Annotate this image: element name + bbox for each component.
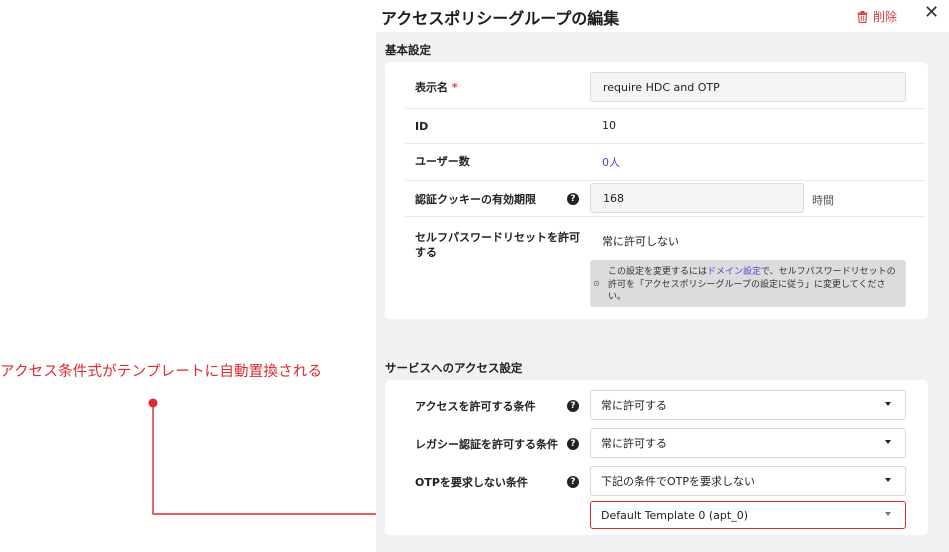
access-section-title: サービスへのアクセス設定 (385, 361, 523, 375)
required-mark: * (451, 81, 458, 94)
cookie-row: 認証クッキーの有効期限 ? 168 時間 (405, 180, 925, 217)
self-reset-note: ⊙ この設定を変更するにはドメイン設定で、セルフパスワードリセットの許可を「アク… (590, 260, 906, 307)
otp-condition-label: OTPを要求しない条件 (415, 476, 528, 489)
basic-settings-card: 表示名 * require HDC and OTP ID 10 ユーザー数 0人… (385, 62, 928, 319)
users-row: ユーザー数 0人 (405, 143, 925, 181)
cookie-label: 認証クッキーの有効期限 (415, 193, 536, 206)
edit-panel: アクセスポリシーグループの編集 削除 ✕ 基本設定 表示名 * require … (376, 0, 949, 552)
self-reset-value: 常に許可しない (602, 235, 679, 248)
users-label: ユーザー数 (415, 155, 470, 168)
annotation-dot (148, 398, 158, 408)
help-icon[interactable]: ? (567, 193, 579, 205)
chevron-down-icon (885, 512, 891, 516)
display-name-input[interactable]: require HDC and OTP (590, 72, 906, 102)
help-icon[interactable]: ? (567, 438, 579, 450)
domain-settings-link[interactable]: ドメイン設定 (707, 267, 761, 277)
close-button[interactable]: ✕ (924, 4, 939, 22)
cookie-input[interactable]: 168 (590, 183, 804, 213)
access-settings-card: アクセスを許可する条件 ? 常に許可する レガシー認証を許可する条件 ? 常に許… (385, 380, 928, 535)
panel-header: アクセスポリシーグループの編集 削除 ✕ (376, 0, 949, 32)
id-value: 10 (602, 119, 616, 132)
chevron-down-icon (885, 478, 891, 482)
legacy-condition-row: レガシー認証を許可する条件 ? 常に許可する (405, 426, 925, 464)
chevron-down-icon (885, 402, 891, 406)
otp-condition-select[interactable]: 下記の条件でOTPを要求しない (590, 466, 906, 496)
legacy-condition-select[interactable]: 常に許可する (590, 428, 906, 458)
display-name-row: 表示名 * require HDC and OTP (405, 62, 925, 109)
page-title: アクセスポリシーグループの編集 (381, 9, 620, 28)
info-icon: ⊙ (593, 279, 600, 288)
template-select[interactable]: Default Template 0 (apt_0) (590, 501, 906, 529)
legacy-condition-label: レガシー認証を許可する条件 (415, 438, 558, 451)
chevron-down-icon (885, 440, 891, 444)
help-icon[interactable]: ? (567, 476, 579, 488)
help-icon[interactable]: ? (567, 400, 579, 412)
allow-condition-row: アクセスを許可する条件 ? 常に許可する (405, 388, 925, 426)
self-reset-label: セルフパスワードリセットを許可する (415, 231, 580, 259)
delete-label: 削除 (873, 10, 898, 24)
id-label: ID (415, 120, 429, 133)
display-name-label: 表示名 * (415, 81, 458, 94)
self-reset-row: セルフパスワードリセットを許可する 常に許可しない ⊙ この設定を変更するにはド… (405, 216, 925, 319)
cookie-unit: 時間 (812, 194, 834, 207)
id-row: ID 10 (405, 108, 925, 144)
users-count-link[interactable]: 0人 (602, 154, 620, 170)
otp-condition-row: OTPを要求しない条件 ? 下記の条件でOTPを要求しない (405, 464, 925, 502)
allow-condition-label: アクセスを許可する条件 (415, 400, 536, 413)
allow-condition-select[interactable]: 常に許可する (590, 390, 906, 420)
delete-button[interactable]: 削除 (857, 8, 897, 25)
annotation-label: アクセス条件式がテンプレートに自動置換される (0, 364, 323, 380)
basic-section-title: 基本設定 (385, 43, 431, 57)
trash-icon (857, 10, 868, 23)
